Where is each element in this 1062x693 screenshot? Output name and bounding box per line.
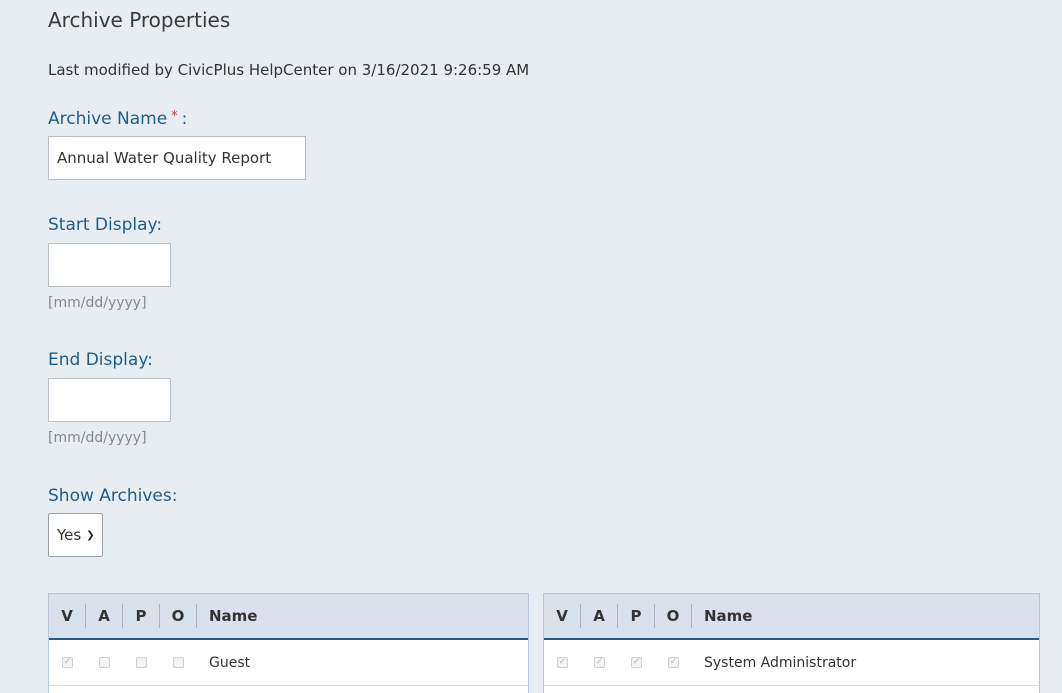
end-display-label: End Display:	[48, 350, 153, 370]
page-title: Archive Properties	[48, 8, 231, 32]
column-header-publish[interactable]: P	[618, 604, 655, 628]
publish-checkbox[interactable]: ✓	[631, 657, 642, 668]
column-header-name[interactable]: Name	[197, 604, 257, 628]
column-header-owner[interactable]: O	[655, 604, 692, 628]
archive-properties-page: Archive Properties Last modified by Civi…	[0, 0, 1062, 693]
show-archives-select[interactable]: Yes ❯	[48, 513, 103, 557]
permissions-grid-groups: V A P O Name ✓ Guest	[48, 593, 529, 693]
required-marker: *	[171, 109, 178, 124]
table-row: ✓ ✓ ✓ ✓ System Administrator	[544, 640, 1039, 686]
column-header-owner[interactable]: O	[160, 604, 197, 628]
column-header-view[interactable]: V	[544, 604, 581, 628]
author-checkbox[interactable]	[99, 657, 110, 668]
archive-name-label: Archive Name *:	[48, 109, 187, 129]
grid-header: V A P O Name	[544, 594, 1039, 640]
column-header-author[interactable]: A	[581, 604, 618, 628]
author-checkbox[interactable]: ✓	[594, 657, 605, 668]
view-checkbox[interactable]: ✓	[557, 657, 568, 668]
column-header-author[interactable]: A	[86, 604, 123, 628]
owner-checkbox[interactable]: ✓	[668, 657, 679, 668]
view-checkbox[interactable]: ✓	[62, 657, 73, 668]
start-display-label: Start Display:	[48, 215, 163, 235]
owner-checkbox[interactable]	[173, 657, 184, 668]
show-archives-label: Show Archives:	[48, 486, 178, 506]
column-header-publish[interactable]: P	[123, 604, 160, 628]
start-display-input[interactable]	[48, 243, 171, 287]
table-row: ✓ Guest	[49, 640, 528, 686]
column-header-name[interactable]: Name	[692, 604, 752, 628]
end-display-input[interactable]	[48, 378, 171, 422]
chevron-down-icon: ❯	[86, 529, 95, 541]
group-name: Guest	[209, 654, 251, 671]
column-header-view[interactable]: V	[49, 604, 86, 628]
start-display-format-hint: [mm/dd/yyyy]	[48, 295, 147, 311]
end-display-format-hint: [mm/dd/yyyy]	[48, 430, 147, 446]
archive-name-input[interactable]	[48, 136, 306, 180]
permissions-grid-users: V A P O Name ✓ ✓ ✓ ✓ System Administrato…	[543, 593, 1040, 693]
publish-checkbox[interactable]	[136, 657, 147, 668]
archive-name-label-text: Archive Name	[48, 109, 168, 129]
last-modified-text: Last modified by CivicPlus HelpCenter on…	[48, 61, 530, 79]
user-name: System Administrator	[704, 654, 857, 671]
grid-header: V A P O Name	[49, 594, 528, 640]
show-archives-selected-value: Yes	[57, 526, 82, 544]
archive-name-label-suffix: :	[181, 109, 188, 129]
